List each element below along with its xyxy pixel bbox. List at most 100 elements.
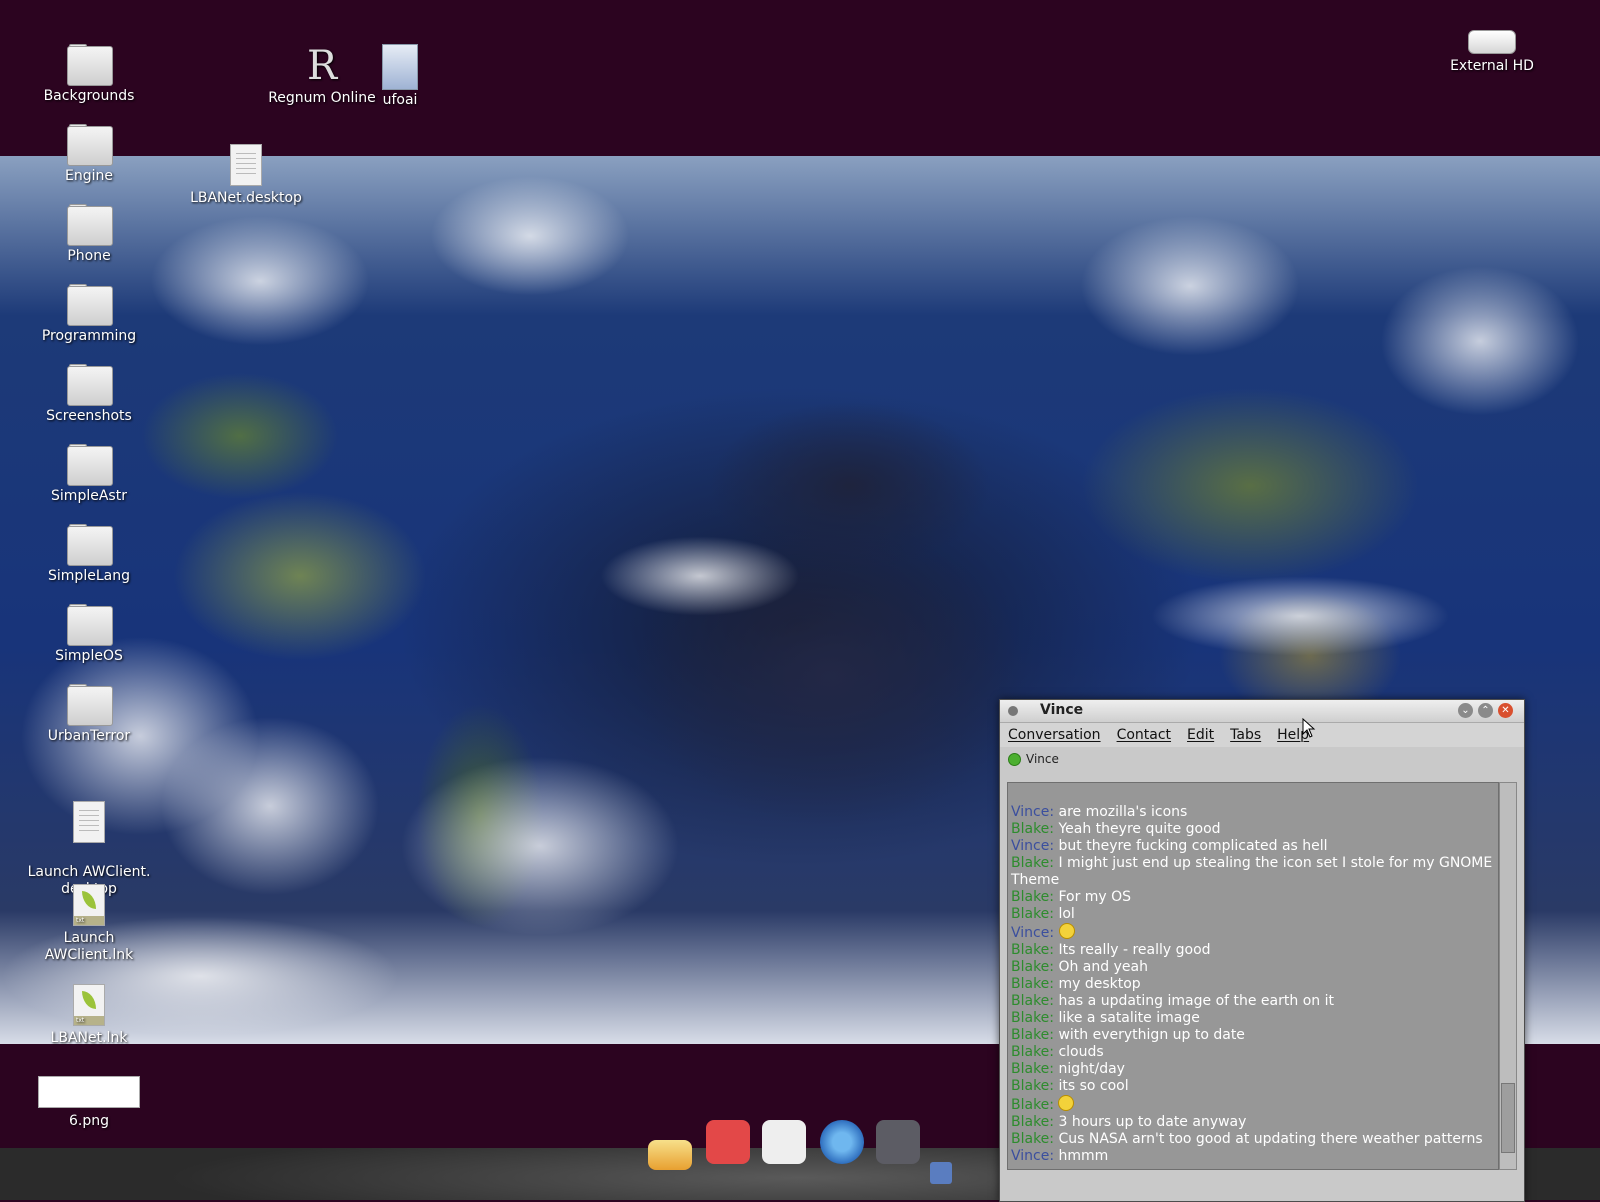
minimize-button[interactable]: ⌄	[1458, 703, 1473, 718]
maximize-button[interactable]: ⌃	[1478, 703, 1493, 718]
message-row: Blake:	[1011, 1095, 1495, 1114]
desktop-icon-programming[interactable]: Programming	[19, 284, 159, 345]
desktop-icon-label: SimpleAstr	[51, 488, 127, 504]
message-sender: Blake:	[1011, 889, 1055, 905]
message-text: clouds	[1058, 1044, 1104, 1060]
message-text: Yeah theyre quite good	[1058, 821, 1221, 837]
tongue-smiley-icon	[1058, 923, 1075, 939]
message-text: night/day	[1058, 1061, 1125, 1077]
folder-icon	[67, 204, 113, 246]
desktop-icon-phone[interactable]: Phone	[19, 204, 159, 265]
message-text: I might just end up stealing the icon se…	[1011, 855, 1493, 888]
text-file-icon: txt	[73, 884, 105, 926]
message-text: 3 hours up to date anyway	[1058, 1114, 1247, 1130]
menu-conversation[interactable]: Conversation	[1008, 727, 1101, 743]
window-menu-icon[interactable]	[1008, 706, 1018, 716]
message-text: lol	[1058, 906, 1075, 922]
desktop-icon-simpleos[interactable]: SimpleOS	[19, 604, 159, 665]
desktop-icon-6-png[interactable]: 6.png	[19, 1076, 159, 1130]
mail-icon[interactable]	[648, 1140, 692, 1170]
message-log[interactable]: Vince: are mozilla's icons Blake: Yeah t…	[1007, 782, 1499, 1170]
message-text: has a updating image of the earth on it	[1058, 993, 1334, 1009]
message-row: Vince:	[1011, 923, 1495, 942]
folder-icon	[67, 44, 113, 86]
contact-header[interactable]: Vince	[1000, 747, 1524, 771]
desktop-icon-simplelang[interactable]: SimpleLang	[19, 524, 159, 585]
folder-icon	[67, 604, 113, 646]
desktop-icon-launch-awclient-lnk[interactable]: txt Launch AWClient.lnk	[19, 884, 159, 964]
text-file-icon: txt	[73, 984, 105, 1026]
message-text: For my OS	[1058, 889, 1132, 905]
message-sender: Vince:	[1011, 1148, 1055, 1164]
message-sender: Vince:	[1011, 804, 1055, 820]
text-editor-icon[interactable]	[762, 1120, 806, 1164]
desktop-icon-external-hd[interactable]: External HD	[1422, 30, 1562, 75]
chat-window: Vince ⌄ ⌃ ✕ Conversation Contact Edit Ta…	[999, 699, 1525, 1202]
desktop-icon-backgrounds[interactable]: Backgrounds	[19, 44, 159, 105]
desktop-icon-label: SimpleLang	[48, 568, 130, 584]
image-icon	[38, 1076, 140, 1108]
message-row: Blake: its so cool	[1011, 1078, 1495, 1095]
desktop-icon-label: Phone	[67, 248, 111, 264]
scrollbar-thumb[interactable]	[1501, 1083, 1515, 1153]
online-status-icon	[1008, 752, 1021, 766]
message-row: Blake: Oh and yeah	[1011, 959, 1495, 976]
gnome-foot-icon[interactable]	[876, 1120, 920, 1164]
document-icon	[73, 801, 105, 843]
desktop-icon-label: UrbanTerror	[47, 728, 131, 744]
message-row: Blake: like a satalite image	[1011, 1010, 1495, 1027]
grin-smiley-icon	[1058, 1095, 1075, 1111]
message-row: Blake: has a updating image of the earth…	[1011, 993, 1495, 1010]
message-row: Blake: night/day	[1011, 1061, 1495, 1078]
shell-script-icon	[382, 44, 418, 90]
desktop-icon-engine[interactable]: Engine	[19, 124, 159, 185]
document-icon	[230, 144, 262, 186]
message-sender: Vince:	[1011, 838, 1055, 854]
chromium-icon[interactable]	[820, 1120, 864, 1164]
message-sender: Blake:	[1011, 855, 1055, 871]
desktop-icon-label: Launch AWClient.lnk	[44, 930, 134, 963]
contact-name: Vince	[1026, 752, 1059, 766]
desktop-icon-ufoai[interactable]: ufoai	[330, 44, 470, 109]
message-sender: Blake:	[1011, 1078, 1055, 1094]
menu-bar: Conversation Contact Edit Tabs Help	[1000, 723, 1524, 747]
message-text: its so cool	[1058, 1078, 1129, 1094]
message-row: Blake: Its really - really good	[1011, 942, 1495, 959]
message-log-scrollbar[interactable]	[1499, 782, 1517, 1170]
network-icon[interactable]	[930, 1162, 952, 1184]
message-sender: Blake:	[1011, 1131, 1055, 1147]
desktop-icon-simpleastr[interactable]: SimpleAstr	[19, 444, 159, 505]
message-text: Its really - really good	[1058, 942, 1211, 958]
message-row: Blake: my desktop	[1011, 976, 1495, 993]
message-sender: Blake:	[1011, 1010, 1055, 1026]
message-text: with everythign up to date	[1058, 1027, 1245, 1043]
mouse-cursor-icon	[1302, 718, 1316, 738]
message-row: Blake: For my OS	[1011, 889, 1495, 906]
desktop-icon-lbanet-lnk[interactable]: txt LBANet.lnk	[19, 984, 159, 1047]
message-row: Blake: lol	[1011, 906, 1495, 923]
message-row: Blake: clouds	[1011, 1044, 1495, 1061]
desktop-icon-urbanterror[interactable]: UrbanTerror	[19, 684, 159, 745]
close-button[interactable]: ✕	[1498, 703, 1513, 718]
message-row: Vince: are mozilla's icons	[1011, 804, 1495, 821]
message-sender: Blake:	[1011, 942, 1055, 958]
folder-icon	[67, 364, 113, 406]
message-sender: Vince:	[1011, 925, 1055, 941]
message-row: Blake: with everythign up to date	[1011, 1027, 1495, 1044]
menu-tabs[interactable]: Tabs	[1230, 727, 1261, 743]
home-icon[interactable]	[706, 1120, 750, 1164]
menu-edit[interactable]: Edit	[1187, 727, 1214, 743]
menu-contact[interactable]: Contact	[1117, 727, 1171, 743]
message-sender: Blake:	[1011, 976, 1055, 992]
message-text: like a satalite image	[1058, 1010, 1200, 1026]
desktop-icon-label: ufoai	[382, 92, 418, 108]
message-row: Vince: but theyre fucking complicated as…	[1011, 838, 1495, 855]
desktop-icon-screenshots[interactable]: Screenshots	[19, 364, 159, 425]
titlebar[interactable]: Vince ⌄ ⌃ ✕	[1000, 700, 1524, 723]
message-row: Blake: 3 hours up to date anyway	[1011, 1114, 1495, 1131]
message-row: Blake: I might just end up stealing the …	[1011, 855, 1495, 889]
desktop-icon-label: Screenshots	[46, 408, 132, 424]
desktop-icon-label: Engine	[65, 168, 113, 184]
window-title: Vince	[1040, 702, 1084, 718]
desktop-icon-lbanet-desktop[interactable]: LBANet.desktop	[176, 144, 316, 207]
